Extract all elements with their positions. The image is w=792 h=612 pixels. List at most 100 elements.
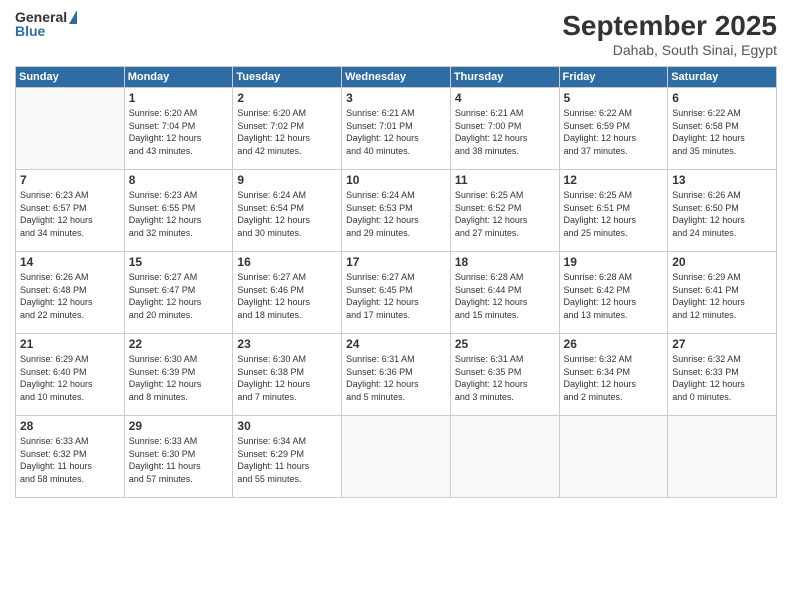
day-number: 18 (455, 255, 555, 269)
month-title: September 2025 (562, 10, 777, 42)
calendar-cell (342, 416, 451, 498)
cell-content: Sunrise: 6:28 AM Sunset: 6:44 PM Dayligh… (455, 271, 555, 321)
day-number: 17 (346, 255, 446, 269)
calendar-cell (559, 416, 668, 498)
day-number: 25 (455, 337, 555, 351)
calendar-cell: 19Sunrise: 6:28 AM Sunset: 6:42 PM Dayli… (559, 252, 668, 334)
column-header-saturday: Saturday (668, 67, 777, 88)
day-number: 26 (564, 337, 664, 351)
calendar-cell: 6Sunrise: 6:22 AM Sunset: 6:58 PM Daylig… (668, 88, 777, 170)
calendar-week-1: 1 Sunrise: 6:20 AM Sunset: 7:04 PM Daylig… (16, 88, 777, 170)
calendar-cell: 1 Sunrise: 6:20 AM Sunset: 7:04 PM Daylig… (124, 88, 233, 170)
day-number: 3 (346, 91, 446, 105)
cell-content: Sunrise: 6:26 AM Sunset: 6:50 PM Dayligh… (672, 189, 772, 239)
day-number: 13 (672, 173, 772, 187)
calendar-cell: 14 Sunrise: 6:26 AM Sunset: 6:48 PM Dayli… (16, 252, 125, 334)
day-number: 10 (346, 173, 446, 187)
calendar-cell: 30 Sunrise: 6:34 AM Sunset: 6:29 PM Dayli… (233, 416, 342, 498)
calendar-header-row: SundayMondayTuesdayWednesdayThursdayFrid… (16, 67, 777, 88)
calendar-cell (450, 416, 559, 498)
day-number: 7 (20, 173, 120, 187)
calendar-cell: 18 Sunrise: 6:28 AM Sunset: 6:44 PM Dayli… (450, 252, 559, 334)
calendar-cell: 26 Sunrise: 6:32 AM Sunset: 6:34 PM Dayli… (559, 334, 668, 416)
logo-box: General Blue (15, 10, 77, 38)
cell-content: Sunrise: 6:27 AM Sunset: 6:46 PM Dayligh… (237, 271, 337, 321)
column-header-monday: Monday (124, 67, 233, 88)
calendar-cell: 3 Sunrise: 6:21 AM Sunset: 7:01 PM Daylig… (342, 88, 451, 170)
column-header-thursday: Thursday (450, 67, 559, 88)
cell-content: Sunrise: 6:27 AM Sunset: 6:45 PM Dayligh… (346, 271, 446, 321)
calendar-cell: 21Sunrise: 6:29 AM Sunset: 6:40 PM Dayli… (16, 334, 125, 416)
calendar-cell: 20 Sunrise: 6:29 AM Sunset: 6:41 PM Dayli… (668, 252, 777, 334)
calendar-cell: 22Sunrise: 6:30 AM Sunset: 6:39 PM Dayli… (124, 334, 233, 416)
calendar-cell: 23 Sunrise: 6:30 AM Sunset: 6:38 PM Dayli… (233, 334, 342, 416)
calendar-cell: 24 Sunrise: 6:31 AM Sunset: 6:36 PM Dayli… (342, 334, 451, 416)
calendar-cell: 5 Sunrise: 6:22 AM Sunset: 6:59 PM Daylig… (559, 88, 668, 170)
cell-content: Sunrise: 6:29 AM Sunset: 6:41 PM Dayligh… (672, 271, 772, 321)
day-number: 20 (672, 255, 772, 269)
cell-content: Sunrise: 6:26 AM Sunset: 6:48 PM Dayligh… (20, 271, 120, 321)
day-number: 4 (455, 91, 555, 105)
day-number: 23 (237, 337, 337, 351)
calendar-cell: 15Sunrise: 6:27 AM Sunset: 6:47 PM Dayli… (124, 252, 233, 334)
day-number: 24 (346, 337, 446, 351)
cell-content: Sunrise: 6:31 AM Sunset: 6:36 PM Dayligh… (346, 353, 446, 403)
cell-content: Sunrise: 6:22 AM Sunset: 6:58 PM Dayligh… (672, 107, 772, 157)
cell-content: Sunrise: 6:28 AM Sunset: 6:42 PM Dayligh… (564, 271, 664, 321)
cell-content: Sunrise: 6:20 AM Sunset: 7:04 PM Dayligh… (129, 107, 229, 157)
calendar-cell: 7 Sunrise: 6:23 AM Sunset: 6:57 PM Daylig… (16, 170, 125, 252)
column-header-tuesday: Tuesday (233, 67, 342, 88)
day-number: 11 (455, 173, 555, 187)
calendar-cell: 9 Sunrise: 6:24 AM Sunset: 6:54 PM Daylig… (233, 170, 342, 252)
cell-content: Sunrise: 6:25 AM Sunset: 6:52 PM Dayligh… (455, 189, 555, 239)
day-number: 16 (237, 255, 337, 269)
day-number: 14 (20, 255, 120, 269)
day-number: 1 (129, 91, 229, 105)
cell-content: Sunrise: 6:33 AM Sunset: 6:30 PM Dayligh… (129, 435, 229, 485)
calendar-cell: 10 Sunrise: 6:24 AM Sunset: 6:53 PM Dayli… (342, 170, 451, 252)
day-number: 5 (564, 91, 664, 105)
cell-content: Sunrise: 6:32 AM Sunset: 6:34 PM Dayligh… (564, 353, 664, 403)
cell-content: Sunrise: 6:34 AM Sunset: 6:29 PM Dayligh… (237, 435, 337, 485)
logo: General Blue (15, 10, 77, 38)
day-number: 9 (237, 173, 337, 187)
calendar-cell (668, 416, 777, 498)
column-header-friday: Friday (559, 67, 668, 88)
day-number: 2 (237, 91, 337, 105)
day-number: 22 (129, 337, 229, 351)
cell-content: Sunrise: 6:24 AM Sunset: 6:53 PM Dayligh… (346, 189, 446, 239)
cell-content: Sunrise: 6:22 AM Sunset: 6:59 PM Dayligh… (564, 107, 664, 157)
day-number: 8 (129, 173, 229, 187)
logo-triangle-icon (69, 10, 77, 24)
cell-content: Sunrise: 6:31 AM Sunset: 6:35 PM Dayligh… (455, 353, 555, 403)
day-number: 29 (129, 419, 229, 433)
cell-content: Sunrise: 6:27 AM Sunset: 6:47 PM Dayligh… (129, 271, 229, 321)
calendar-cell: 17 Sunrise: 6:27 AM Sunset: 6:45 PM Dayli… (342, 252, 451, 334)
cell-content: Sunrise: 6:24 AM Sunset: 6:54 PM Dayligh… (237, 189, 337, 239)
logo-general: General (15, 10, 77, 24)
cell-content: Sunrise: 6:23 AM Sunset: 6:57 PM Dayligh… (20, 189, 120, 239)
column-header-sunday: Sunday (16, 67, 125, 88)
calendar-cell: 8 Sunrise: 6:23 AM Sunset: 6:55 PM Daylig… (124, 170, 233, 252)
cell-content: Sunrise: 6:32 AM Sunset: 6:33 PM Dayligh… (672, 353, 772, 403)
calendar-cell: 25 Sunrise: 6:31 AM Sunset: 6:35 PM Dayli… (450, 334, 559, 416)
header: General Blue September 2025 Dahab, South… (15, 10, 777, 58)
cell-content: Sunrise: 6:21 AM Sunset: 7:01 PM Dayligh… (346, 107, 446, 157)
cell-content: Sunrise: 6:29 AM Sunset: 6:40 PM Dayligh… (20, 353, 120, 403)
day-number: 27 (672, 337, 772, 351)
day-number: 28 (20, 419, 120, 433)
day-number: 30 (237, 419, 337, 433)
calendar-week-3: 14 Sunrise: 6:26 AM Sunset: 6:48 PM Dayli… (16, 252, 777, 334)
calendar-cell: 2Sunrise: 6:20 AM Sunset: 7:02 PM Daylig… (233, 88, 342, 170)
calendar-cell: 13 Sunrise: 6:26 AM Sunset: 6:50 PM Dayli… (668, 170, 777, 252)
page: General Blue September 2025 Dahab, South… (0, 0, 792, 612)
calendar-cell: 29 Sunrise: 6:33 AM Sunset: 6:30 PM Dayli… (124, 416, 233, 498)
cell-content: Sunrise: 6:30 AM Sunset: 6:38 PM Dayligh… (237, 353, 337, 403)
calendar-cell: 16 Sunrise: 6:27 AM Sunset: 6:46 PM Dayli… (233, 252, 342, 334)
cell-content: Sunrise: 6:21 AM Sunset: 7:00 PM Dayligh… (455, 107, 555, 157)
day-number: 12 (564, 173, 664, 187)
cell-content: Sunrise: 6:23 AM Sunset: 6:55 PM Dayligh… (129, 189, 229, 239)
calendar-table: SundayMondayTuesdayWednesdayThursdayFrid… (15, 66, 777, 498)
title-block: September 2025 Dahab, South Sinai, Egypt (562, 10, 777, 58)
calendar-cell: 11 Sunrise: 6:25 AM Sunset: 6:52 PM Dayli… (450, 170, 559, 252)
